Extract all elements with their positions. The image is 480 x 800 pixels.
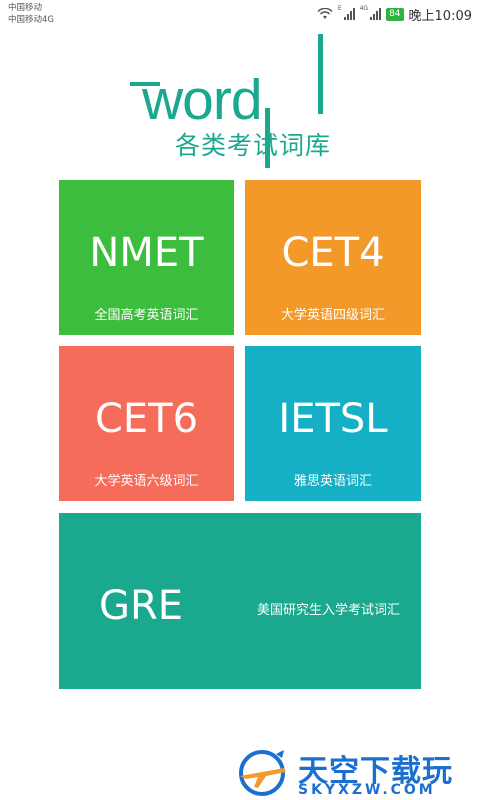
- status-time: 晚上10:09: [408, 8, 472, 24]
- tile-title: CET6: [94, 396, 199, 442]
- wifi-icon: [317, 8, 333, 19]
- tile-ietsl[interactable]: IETSL 雅思英语词汇: [245, 346, 421, 501]
- carrier-2-label: 中国移动4G: [8, 15, 54, 25]
- tile-cet6[interactable]: CET6 大学英语六级词汇: [59, 346, 234, 501]
- battery-icon: 84: [386, 7, 404, 21]
- tile-nmet[interactable]: NMET 全国高考英语词汇: [59, 180, 234, 335]
- tile-gre[interactable]: GRE 美国研究生入学考试词汇: [59, 513, 421, 689]
- status-icons: E 4G 84 晚上10:09: [317, 5, 472, 24]
- signal-icon-2: [370, 8, 382, 20]
- carrier-1-label: 中国移动: [8, 3, 43, 13]
- status-bar: 中国移动 中国移动4G E 4G 84 晚上10:09: [0, 0, 480, 30]
- logo-subtitle: 各类考试词库: [175, 131, 332, 160]
- tile-subtitle: 大学英语六级词汇: [94, 474, 199, 489]
- tile-title: NMET: [89, 230, 204, 276]
- tile-subtitle: 雅思英语词汇: [293, 474, 372, 489]
- logo-word: word: [142, 68, 263, 132]
- tile-cet4[interactable]: CET4 大学英语四级词汇: [245, 180, 421, 335]
- signal-icon-1: [343, 8, 355, 20]
- network-type-label: 4G: [359, 5, 369, 12]
- tile-subtitle: 全国高考英语词汇: [94, 308, 199, 323]
- tile-title: IETSL: [278, 396, 388, 442]
- watermark-domain: SKYXZW.COM: [298, 782, 436, 798]
- watermark: 天空下载玩 SKYXZW.COM: [236, 744, 480, 800]
- airplane-logo-icon: [239, 750, 286, 796]
- tile-title: GRE: [99, 583, 184, 629]
- tile-subtitle: 大学英语四级词汇: [280, 308, 385, 323]
- tile-subtitle: 美国研究生入学考试词汇: [257, 603, 401, 618]
- tile-title: CET4: [281, 230, 385, 276]
